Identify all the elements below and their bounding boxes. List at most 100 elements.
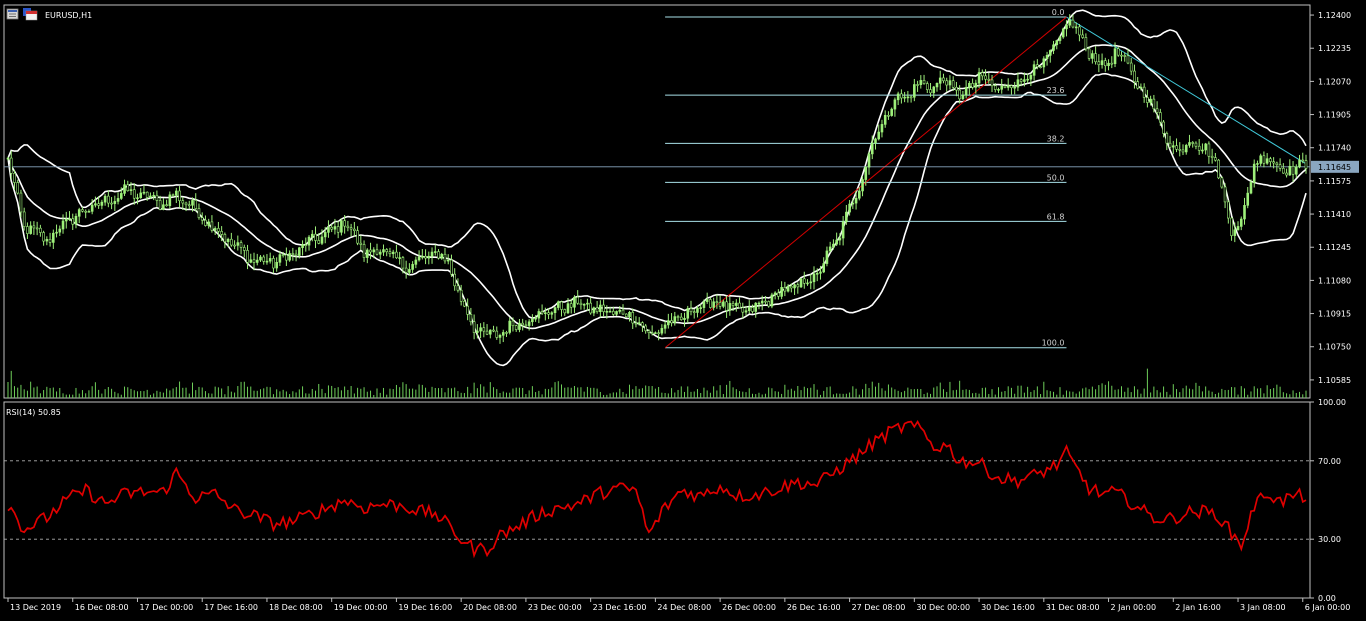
candle-body <box>52 232 55 243</box>
candle-body <box>1129 62 1133 72</box>
candle-body <box>162 204 165 210</box>
candle-body <box>1285 172 1288 176</box>
candle-body <box>495 330 499 338</box>
candle-body <box>9 157 13 174</box>
candle-body <box>1304 160 1308 169</box>
window-menu-icon[interactable] <box>6 8 19 20</box>
candle-body <box>116 198 120 202</box>
candle-body <box>631 311 635 324</box>
candle-body <box>1197 145 1201 151</box>
time-tick-label: 6 Jan 00:00 <box>1305 603 1351 612</box>
candle-body <box>482 327 486 332</box>
candle-body <box>605 310 609 313</box>
candle-body <box>343 220 346 227</box>
candle-body <box>1275 162 1279 166</box>
candle-body <box>265 260 269 263</box>
candle-body <box>336 226 340 233</box>
candle-body <box>608 310 612 313</box>
candle-body <box>492 329 495 332</box>
candle-body <box>421 256 424 258</box>
candle-body <box>194 200 198 209</box>
fibo-level-label: 23.6 <box>1047 86 1065 95</box>
candle-body <box>395 251 398 259</box>
candle-body <box>217 228 220 232</box>
candle-body <box>802 278 806 284</box>
candle-body <box>226 238 230 242</box>
candle-body <box>812 273 816 283</box>
candle-body <box>1081 34 1084 38</box>
candle-body <box>1091 53 1094 59</box>
time-tick-label: 27 Dec 08:00 <box>852 603 906 612</box>
candle-body <box>835 239 838 245</box>
candle-body <box>518 322 521 330</box>
candle-body <box>712 301 715 308</box>
candle-body <box>1152 98 1156 110</box>
candle-body <box>1023 79 1026 82</box>
candle-body <box>126 184 130 191</box>
candle-body <box>275 262 278 269</box>
candle-body <box>1149 98 1152 103</box>
candle-body <box>152 195 155 197</box>
candle-body <box>945 80 949 86</box>
candle-body <box>1227 201 1230 219</box>
candle-body <box>925 83 929 90</box>
candle-body <box>1039 66 1042 69</box>
candle-body <box>281 254 285 256</box>
candle-body <box>848 203 851 213</box>
candle-body <box>621 309 625 315</box>
candle-body <box>919 80 923 85</box>
candle-body <box>204 219 207 226</box>
candle-body <box>26 226 29 234</box>
candle-body <box>45 239 49 242</box>
candle-body <box>411 264 414 270</box>
fibo-level-label: 0.0 <box>1052 8 1065 17</box>
candle-body <box>213 228 217 231</box>
time-tick-label: 23 Dec 16:00 <box>593 603 647 612</box>
candle-body <box>1201 149 1204 152</box>
candle-body <box>1123 55 1127 57</box>
candle-body <box>1236 226 1240 231</box>
candle-body <box>200 217 204 221</box>
price-tick-label: 1.11905 <box>1318 111 1351 120</box>
candle-body <box>654 332 657 335</box>
candle-body <box>268 258 272 262</box>
candle-body <box>1220 177 1224 188</box>
candle-body <box>854 197 858 204</box>
candle-body <box>903 96 906 99</box>
candle-body <box>981 72 984 77</box>
candle-body <box>501 332 505 336</box>
candle-body <box>657 332 660 335</box>
candle-body <box>55 231 58 234</box>
candle-body <box>1094 53 1097 63</box>
candle-body <box>890 108 893 116</box>
candle-body <box>702 301 706 308</box>
candle-body <box>223 234 227 242</box>
candle-body <box>401 257 405 269</box>
candle-body <box>13 173 16 183</box>
price-tick-label: 1.11080 <box>1318 276 1351 285</box>
candle-body <box>806 282 809 285</box>
candle-body <box>249 259 253 263</box>
candle-body <box>544 312 547 315</box>
candle-body <box>353 228 356 231</box>
candle-body <box>547 312 550 315</box>
candle-body <box>754 302 758 312</box>
candle-body <box>340 220 343 233</box>
candle-body <box>780 287 783 297</box>
candle-body <box>1246 192 1250 206</box>
candle-body <box>74 215 78 225</box>
candle-body <box>880 124 884 133</box>
candle-body <box>909 96 913 99</box>
candle-body <box>246 250 249 263</box>
time-tick-label: 13 Dec 2019 <box>10 603 61 612</box>
candle-body <box>1233 229 1237 236</box>
candle-body <box>786 285 790 292</box>
price-tick-label: 1.12235 <box>1318 44 1351 53</box>
candle-body <box>599 304 602 312</box>
candle-body <box>770 294 774 307</box>
rsi-tick-label: 0.00 <box>1318 594 1336 603</box>
candle-body <box>618 309 622 312</box>
fibo-level-label: 50.0 <box>1047 173 1065 182</box>
price-tick-label: 1.11410 <box>1318 210 1351 219</box>
candle-body <box>129 189 133 191</box>
